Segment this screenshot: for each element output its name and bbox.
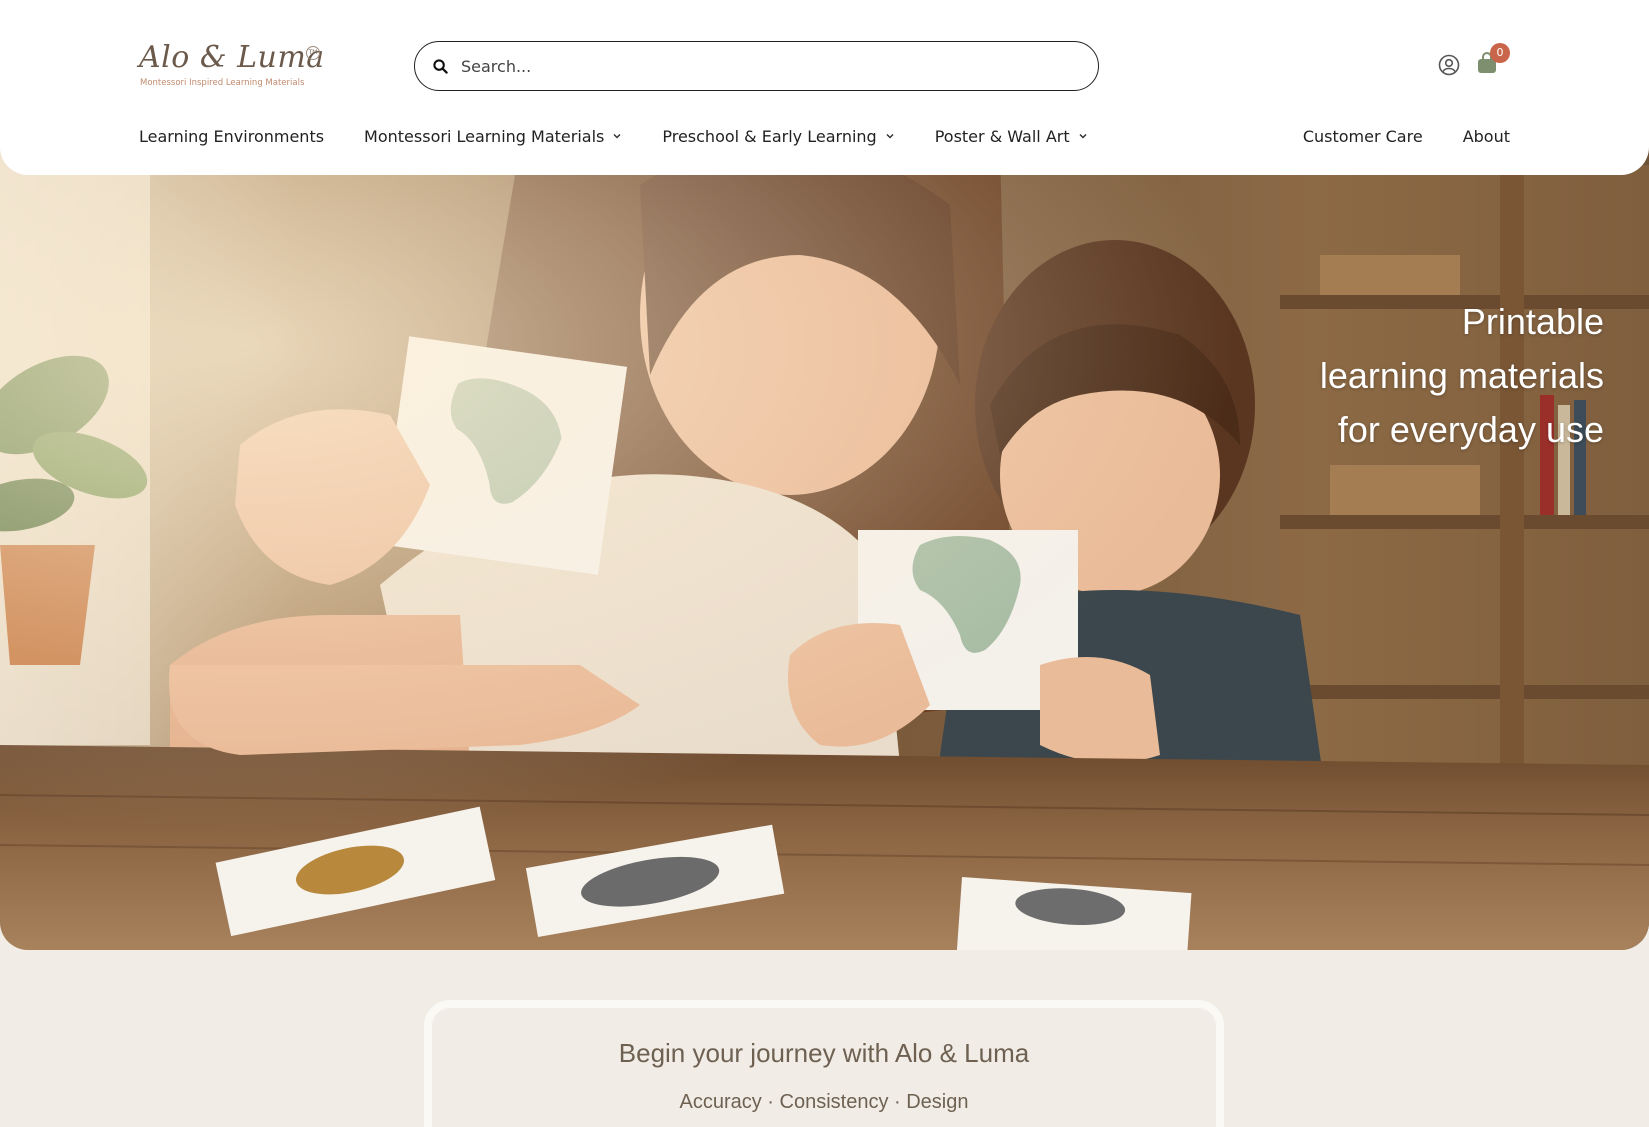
chevron-down-icon [886, 133, 894, 139]
chevron-down-icon [1079, 133, 1087, 139]
hero-line: Printable [1461, 301, 1604, 342]
nav-item-poster-wall-art[interactable]: Poster & Wall Art [935, 127, 1088, 146]
logo-tagline: Montessori Inspired Learning Materials [140, 78, 305, 88]
trademark-mark: TM [306, 46, 320, 60]
hero-line: learning materials [1319, 355, 1604, 396]
nav-item-customer-care[interactable]: Customer Care [1303, 127, 1423, 146]
hero-photo [0, 145, 1649, 950]
cart-count-badge: 0 [1490, 43, 1510, 63]
nav-item-about[interactable]: About [1463, 127, 1510, 146]
hero-headline: Printable learning materials for everyda… [1320, 295, 1604, 457]
search-icon[interactable] [431, 57, 449, 75]
nav-item-learning-environments[interactable]: Learning Environments [139, 127, 324, 146]
nav-item-label: About [1462, 126, 1510, 146]
hero-line: for everyday use [1337, 409, 1604, 450]
nav-item-montessori-learning-materials[interactable]: Montessori Learning Materials [364, 127, 622, 146]
hero-banner: Printable learning materials for everyda… [0, 145, 1649, 950]
brand-logo[interactable]: Alo & Luma TM Montessori Inspired Learni… [139, 40, 325, 92]
journey-card: Begin your journey with Alo & Luma Accur… [424, 1000, 1224, 1127]
chevron-down-icon [613, 133, 621, 139]
nav-item-label: Customer Care [1302, 126, 1423, 146]
search-bar[interactable] [414, 41, 1099, 91]
site-header: Alo & Luma TM Montessori Inspired Learni… [0, 0, 1649, 175]
nav-item-label: Preschool & Early Learning [662, 126, 877, 146]
nav-item-preschool-early-learning[interactable]: Preschool & Early Learning [662, 127, 894, 146]
secondary-nav: Customer Care About [1263, 124, 1510, 148]
nav-item-label: Learning Environments [139, 126, 325, 146]
nav-item-label: Montessori Learning Materials [364, 126, 605, 146]
main-nav: Learning Environments Montessori Learnin… [139, 124, 1128, 148]
journey-title: Begin your journey with Alo & Luma [618, 1038, 1030, 1068]
logo-wordmark: Alo & Luma [139, 40, 325, 75]
account-icon[interactable] [1438, 54, 1460, 76]
journey-subtitle: Accuracy · Consistency · Design [679, 1091, 969, 1113]
nav-item-label: Poster & Wall Art [934, 126, 1070, 146]
search-input[interactable] [461, 56, 1061, 76]
